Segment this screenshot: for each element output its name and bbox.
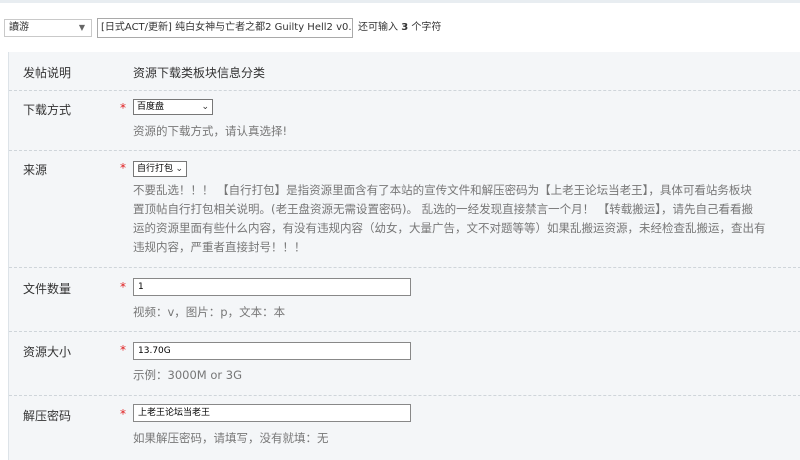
chevron-down-icon: ⌄ [175,164,183,174]
download-method-value: 百度盘 [137,102,165,112]
char-remaining-prefix: 还可输入 [358,22,402,33]
size-row: 资源大小 * 13.70G 示例：3000M or 3G [9,331,800,396]
category-select-value: 讀游 [9,22,29,33]
password-value: 上老王论坛当老王 [138,408,211,418]
password-hint: 如果解压密码，请填写，没有就填：无 [133,431,329,445]
char-remaining-suffix: 个字符 [408,22,442,33]
title-bar: 讀游 ▼ [日式ACT/更新] 纯白女神与亡者之都2 Guilty Hell2 … [0,0,800,48]
category-select[interactable]: 讀游 ▼ [4,19,92,37]
size-label: 资源大小 [23,345,72,359]
char-remaining-text: 还可输入 3 个字符 [358,18,441,38]
file-count-row: 文件数量 * 1 视频：v，图片：p，文本：本 [9,267,800,332]
source-label: 来源 [23,163,48,177]
file-count-label: 文件数量 [23,282,72,296]
source-hint-line-4: 违规内容，严重者直接封号！！！ [133,240,306,254]
file-count-hint: 视频：v，图片：p，文本：本 [133,305,286,319]
chevron-down-icon: ▼ [78,23,85,32]
file-count-input[interactable]: 1 [133,278,411,296]
intro-row: 发帖说明 资源下载类板块信息分类 [9,52,800,91]
chevron-down-icon: ⌄ [201,102,209,112]
thread-title-input[interactable]: [日式ACT/更新] 纯白女神与亡者之都2 Guilty Hell2 v0.57… [97,18,353,38]
required-mark: * [120,161,126,175]
required-mark: * [120,343,126,357]
download-method-row: 下载方式 * 百度盘 ⌄ 资源的下载方式，请认真选择! [9,90,800,151]
password-row: 解压密码 * 上老王论坛当老王 如果解压密码，请填写，没有就填：无 [9,395,800,460]
size-input[interactable]: 13.70G [133,342,411,360]
post-form: 发帖说明 资源下载类板块信息分类 下载方式 * 百度盘 ⌄ 资源的下载方式，请认… [8,52,800,460]
password-label: 解压密码 [23,409,72,423]
download-method-select[interactable]: 百度盘 ⌄ [133,99,213,115]
intro-label: 发帖说明 [23,66,72,80]
thread-title-value: [日式ACT/更新] 纯白女神与亡者之都2 Guilty Hell2 v0.57… [101,22,353,33]
intro-text: 资源下载类板块信息分类 [133,66,266,80]
file-count-value: 1 [138,282,144,292]
source-hint-line-3: 运的资源里面有些什么内容，有没有违规内容（幼女，大量广告，文不对题等等）如果乱搬… [133,221,766,235]
size-hint: 示例：3000M or 3G [133,368,242,382]
required-mark: * [120,407,126,421]
size-value: 13.70G [138,346,171,356]
password-input[interactable]: 上老王论坛当老王 [133,404,411,422]
top-divider [0,0,800,3]
source-hint-line-1: 不要乱选！！！ 【自行打包】是指资源里面含有了本站的宣传文件和解压密码为【上老王… [133,183,752,197]
required-mark: * [120,280,126,294]
download-method-hint: 资源的下载方式，请认真选择! [133,124,288,138]
source-hint-line-2: 置顶帖自行打包相关说明。(老王盘资源无需设置密码)。 乱选的一经发现直接禁言一个… [133,202,754,216]
source-row: 来源 * 自行打包 ⌄ 不要乱选！！！ 【自行打包】是指资源里面含有了本站的宣传… [9,150,800,268]
download-method-label: 下载方式 [23,103,72,117]
source-select[interactable]: 自行打包 ⌄ [133,161,187,177]
required-mark: * [120,101,126,115]
source-value: 自行打包 [137,164,174,174]
